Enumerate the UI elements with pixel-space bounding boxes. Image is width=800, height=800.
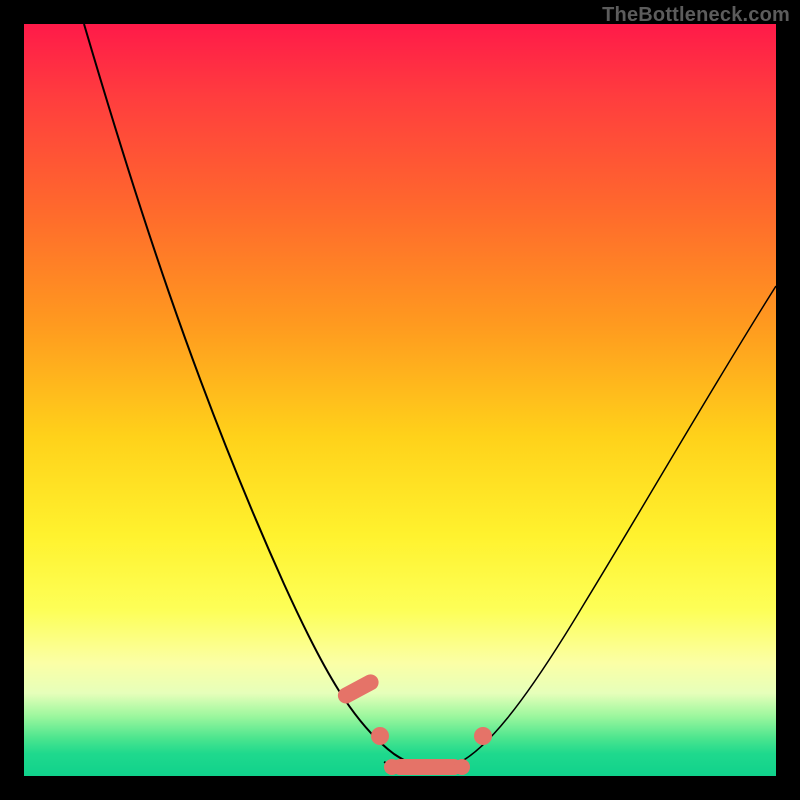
watermark-label: TheBottleneck.com [602, 4, 790, 27]
bottleneck-curve-left [84, 24, 438, 768]
marker-bottom-left-cap [384, 759, 400, 775]
marker-right-dot [474, 727, 492, 745]
plot-area [24, 24, 776, 776]
bottleneck-curve-right [452, 286, 776, 766]
bottleneck-svg [24, 24, 776, 776]
marker-bottom-right-cap [454, 759, 470, 775]
marker-left-dot [371, 727, 389, 745]
marker-left-pill [335, 672, 381, 707]
marker-bottom-segment [392, 759, 462, 775]
